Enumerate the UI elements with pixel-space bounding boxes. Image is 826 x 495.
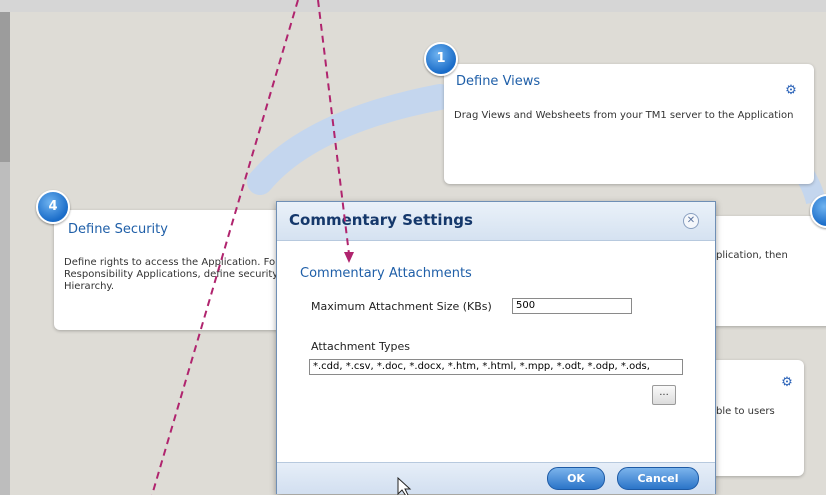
max-size-label: Maximum Attachment Size (KBs) [311,300,492,313]
step-card-2-partial[interactable]: plication, then [700,216,826,326]
browse-types-button[interactable]: ... [652,385,676,405]
step-description: Drag Views and Websheets from your TM1 s… [454,110,794,121]
step-description-line: Define rights to access the Application.… [64,257,276,268]
cancel-button[interactable]: Cancel [617,467,699,490]
top-bar [0,0,826,12]
step-card-define-views[interactable]: Define Views ⚙ Drag Views and Websheets … [444,64,814,184]
step-description: plication, then [716,250,788,261]
attachment-types-input[interactable]: *.cdd, *.csv, *.doc, *.docx, *.htm, *.ht… [309,359,683,375]
gear-icon[interactable]: ⚙ [784,84,798,98]
left-strip-upper [0,12,10,162]
step-badge: 4 [36,190,70,224]
step-description-line: Hierarchy. [64,281,115,292]
dialog-footer: OK Cancel [277,462,715,494]
step-title: Define Views [456,74,541,89]
ok-button[interactable]: OK [547,467,605,490]
gear-icon[interactable]: ⚙ [780,376,794,390]
step-badge: 1 [424,42,458,76]
dialog-title: Commentary Settings [289,211,473,229]
attachment-types-label: Attachment Types [311,340,410,353]
step-card-define-security[interactable]: Define Security Define rights to access … [54,210,294,330]
step-description-line: Responsibility Applications, define secu… [64,269,279,280]
max-size-input[interactable]: 500 [512,298,632,314]
commentary-settings-dialog: Commentary Settings ✕ Commentary Attachm… [276,201,716,494]
close-icon[interactable]: ✕ [683,213,699,229]
step-description: ble to users [716,406,775,417]
dialog-header: Commentary Settings ✕ [277,202,715,241]
step-title: Define Security [68,222,168,237]
section-title: Commentary Attachments [300,266,472,281]
